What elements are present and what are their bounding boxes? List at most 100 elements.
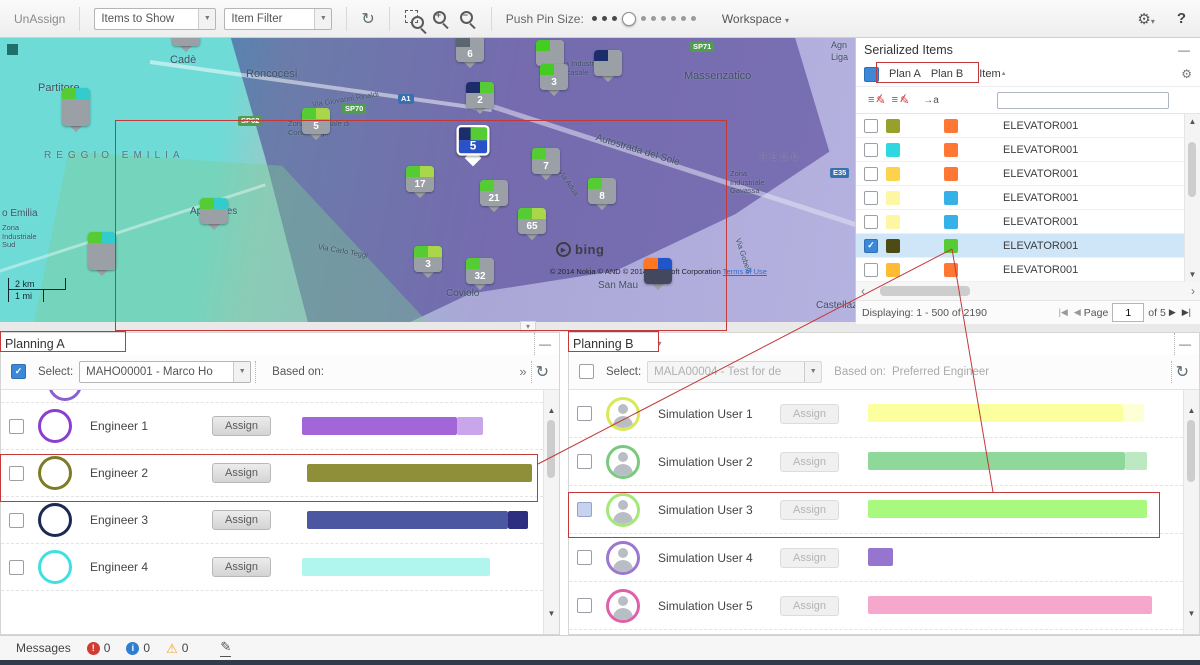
serialized-item-row[interactable]: ELEVATOR001 (856, 114, 1200, 138)
row-checkbox[interactable] (864, 191, 878, 205)
minimize-icon[interactable]: — (1178, 43, 1190, 57)
last-page-button[interactable]: ▶| (1182, 307, 1191, 318)
clear-filter-pencil-icon[interactable]: ✎ (876, 94, 885, 107)
signature-pen-icon[interactable]: ✎ (220, 639, 231, 657)
map-pin[interactable]: 8 (588, 178, 616, 212)
refresh-icon[interactable]: ↻ (361, 9, 374, 29)
assign-button[interactable]: Assign (212, 463, 271, 483)
map-pin[interactable]: 65 (518, 208, 546, 242)
push-pin-size-dot[interactable] (661, 16, 666, 21)
unassign-button[interactable]: UnAssign (14, 12, 65, 26)
map-pin[interactable]: 7 (532, 148, 560, 182)
map-pin[interactable]: 17 (406, 166, 434, 200)
workspace-menu[interactable]: Workspace ▾ (722, 12, 789, 26)
plan-active-checkbox[interactable] (579, 364, 594, 379)
map[interactable]: CadèRoncocesiPartitoreREGGIO EMILIAMasse… (0, 38, 855, 322)
serialized-item-row[interactable]: ELEVATOR001 (856, 234, 1200, 258)
assign-button[interactable]: Assign (212, 557, 271, 577)
error-badge[interactable]: ! 0 (87, 641, 111, 655)
plan-active-checkbox[interactable] (11, 364, 26, 379)
help-button[interactable]: ? (1177, 10, 1186, 27)
first-page-button[interactable]: |◀ (1059, 307, 1068, 318)
scroll-down-icon[interactable]: ▼ (1185, 270, 1200, 279)
overflow-chevron[interactable]: » (519, 364, 526, 379)
push-pin-size-dot[interactable] (602, 16, 607, 21)
items-to-show-dropdown[interactable]: Items to Show ▼ (94, 8, 216, 30)
filter-menu-icon[interactable]: ≡ (868, 94, 874, 106)
collapse-map-icon[interactable]: ▾ (520, 321, 536, 332)
push-pin-slider[interactable] (592, 12, 696, 26)
clear-filter-pencil-icon[interactable]: ✎ (900, 94, 909, 107)
map-pin[interactable] (62, 88, 90, 122)
assign-button[interactable]: Assign (780, 404, 839, 424)
map-pin[interactable]: 2 (466, 82, 494, 116)
map-pin[interactable]: 32 (466, 258, 494, 292)
scroll-up-icon[interactable]: ▲ (544, 406, 559, 415)
vertical-scrollbar[interactable]: ▲ ▼ (1184, 114, 1200, 282)
push-pin-size-dot[interactable] (612, 16, 617, 21)
horizontal-scrollbar[interactable]: ‹ › (856, 282, 1200, 301)
scroll-up-icon[interactable]: ▲ (1185, 117, 1200, 126)
terms-of-use-link[interactable]: Terms of Use (723, 267, 767, 276)
map-pin[interactable]: 3 (414, 246, 442, 280)
next-page-button[interactable]: ▶ (1169, 307, 1176, 318)
row-checkbox[interactable] (9, 466, 24, 481)
item-column-header[interactable]: Item▲ (979, 68, 1006, 80)
serialized-item-row[interactable]: ELEVATOR001 (856, 186, 1200, 210)
refresh-icon[interactable]: ↻ (536, 362, 549, 382)
assign-button[interactable]: Assign (780, 452, 839, 472)
row-checkbox[interactable] (9, 560, 24, 575)
filter-menu-icon[interactable]: ≡ (892, 94, 898, 106)
assign-button[interactable]: Assign (212, 510, 271, 530)
map-pin[interactable] (172, 38, 200, 54)
scroll-right-icon[interactable]: › (1186, 284, 1200, 298)
vertical-scrollbar[interactable]: ▲ ▼ (1183, 390, 1199, 634)
item-filter-dropdown[interactable]: Item Filter ▼ (224, 8, 332, 30)
map-pin[interactable]: 5 (302, 108, 330, 142)
row-checkbox[interactable] (864, 263, 878, 277)
scroll-down-icon[interactable]: ▼ (544, 609, 559, 618)
minimize-icon[interactable]: — (539, 337, 551, 351)
prev-page-button[interactable]: ◀ (1074, 307, 1081, 318)
warning-badge[interactable]: ⚠ 0 (166, 641, 188, 655)
map-pin[interactable]: 21 (480, 180, 508, 214)
scroll-left-icon[interactable]: ‹ (856, 284, 870, 298)
row-checkbox[interactable] (577, 598, 592, 613)
item-filter-input[interactable] (997, 92, 1169, 109)
row-checkbox[interactable] (577, 454, 592, 469)
map-pin[interactable] (200, 198, 228, 232)
plan-select-dropdown[interactable]: MAHO00001 - Marco Ho ▼ (79, 361, 251, 383)
scrollbar-thumb[interactable] (547, 420, 555, 478)
map-pin[interactable]: 3 (540, 64, 568, 98)
row-checkbox[interactable] (9, 419, 24, 434)
serialized-item-row[interactable]: ELEVATOR001 (856, 210, 1200, 234)
push-pin-size-dot[interactable] (691, 16, 696, 21)
map-pin[interactable]: 6 (456, 38, 484, 70)
zoom-selection-icon[interactable] (404, 9, 423, 28)
vertical-scrollbar[interactable]: ▲ ▼ (543, 390, 559, 634)
page-number-input[interactable] (1112, 303, 1144, 322)
refresh-icon[interactable]: ↻ (1176, 362, 1189, 382)
row-checkbox[interactable] (577, 406, 592, 421)
row-checkbox[interactable] (577, 550, 592, 565)
scrollbar-thumb[interactable] (1187, 420, 1195, 482)
row-checkbox[interactable] (864, 215, 878, 229)
serialized-item-row[interactable]: ELEVATOR001 (856, 162, 1200, 186)
push-pin-size-dot[interactable] (671, 16, 676, 21)
assign-button[interactable]: Assign (780, 548, 839, 568)
zoom-in-icon[interactable]: + (431, 9, 450, 28)
row-checkbox[interactable] (864, 119, 878, 133)
assign-button[interactable]: Assign (780, 500, 839, 520)
push-pin-size-dot[interactable] (651, 16, 656, 21)
serialized-item-row[interactable]: ELEVATOR001 (856, 138, 1200, 162)
scroll-up-icon[interactable]: ▲ (1184, 406, 1199, 415)
map-pin[interactable] (88, 232, 116, 266)
push-pin-size-dot[interactable] (592, 16, 597, 21)
map-pin[interactable] (594, 50, 622, 84)
serialized-item-row[interactable]: ELEVATOR001 (856, 258, 1200, 282)
assign-button[interactable]: Assign (780, 596, 839, 616)
assign-button[interactable]: Assign (212, 416, 271, 436)
minimize-icon[interactable]: — (1179, 337, 1191, 351)
push-pin-size-dot[interactable] (641, 16, 646, 21)
scrollbar-track[interactable] (870, 286, 1186, 296)
